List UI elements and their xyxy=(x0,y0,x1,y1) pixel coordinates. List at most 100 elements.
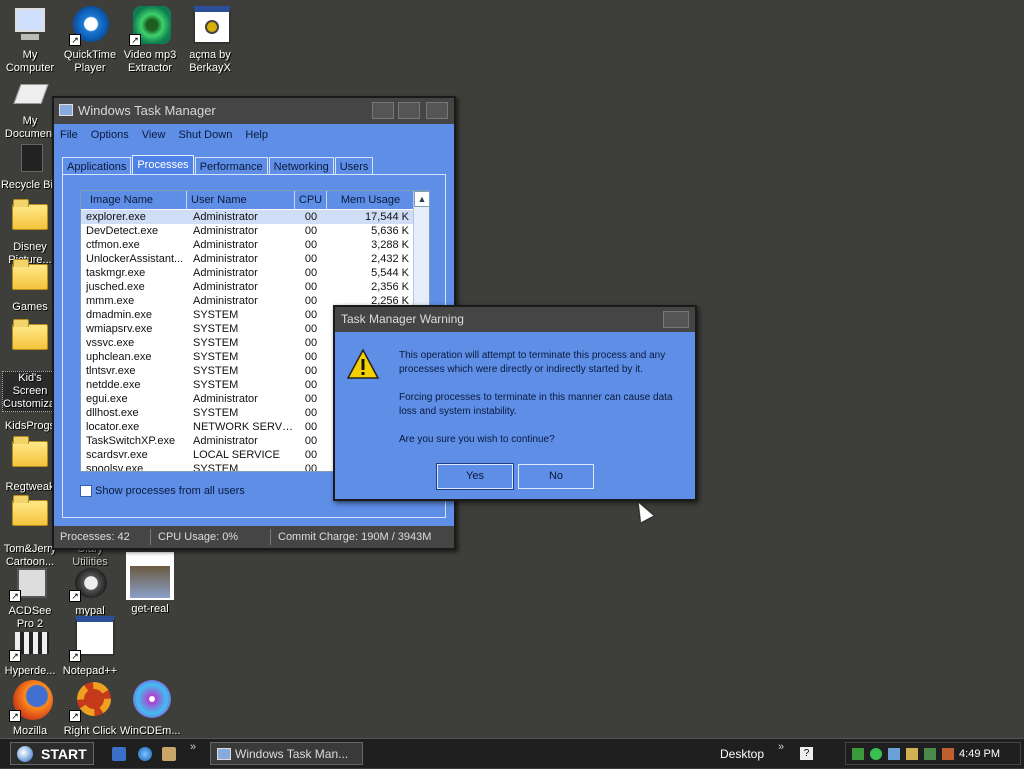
desktop-icon-quicktime[interactable]: ↗ QuickTime Player xyxy=(60,4,120,75)
folder-icon xyxy=(9,495,51,544)
column-cpu[interactable]: CPU xyxy=(295,191,327,209)
desktop-icon-mypal[interactable]: ↗ mypal xyxy=(60,566,120,618)
desktop-icon-games[interactable]: Games xyxy=(0,259,60,314)
minimize-button[interactable] xyxy=(372,102,394,119)
task-manager-app-icon xyxy=(59,104,73,116)
recycle-bin-icon xyxy=(9,142,51,176)
firefox-icon: ↗ xyxy=(9,680,53,722)
process-cpu: 00 xyxy=(304,393,318,405)
process-image-name: scardsvr.exe xyxy=(86,449,148,461)
process-user-name: Administrator xyxy=(193,295,258,307)
desktop-icon-kidsprogs[interactable]: KidsProgs xyxy=(0,420,60,484)
desktop-icon-hyperdesk[interactable]: ↗ Hyperde... xyxy=(0,628,60,678)
tab-performance[interactable]: Performance xyxy=(194,157,268,175)
desktop-icon-get-real[interactable]: get-real xyxy=(120,552,180,616)
desktop-icon-recycle-bin[interactable]: Recycle Bin xyxy=(0,142,60,192)
tab-users[interactable]: Users xyxy=(334,157,374,175)
process-row[interactable]: DevDetect.exe Administrator 00 5,636 K xyxy=(81,224,415,238)
process-user-name: SYSTEM xyxy=(193,351,239,363)
close-button[interactable] xyxy=(426,102,448,119)
desktop-icon-label: Mozilla xyxy=(12,725,48,737)
desktop-icon-mozilla[interactable]: ↗ Mozilla xyxy=(0,680,60,738)
show-all-processes-label: Show processes from all users xyxy=(95,485,245,497)
desktop-icon-my-documents[interactable]: My Document xyxy=(0,82,60,141)
quick-launch-overflow-icon[interactable]: » xyxy=(190,741,196,753)
desktop-icon-my-computer[interactable]: My Computer xyxy=(0,4,60,75)
start-button[interactable]: START xyxy=(10,742,94,765)
desktop-icon-label: get-real xyxy=(131,603,169,615)
tray-app-icon[interactable] xyxy=(924,748,936,760)
tray-app-icon[interactable] xyxy=(906,748,918,760)
show-all-processes-checkbox[interactable]: Show processes from all users xyxy=(80,485,245,497)
desktop-toolbar-overflow-icon[interactable]: » xyxy=(778,741,784,753)
desktop-icon-label: Regtweak xyxy=(5,481,55,493)
process-cpu: 00 xyxy=(304,365,318,377)
desktop-icon-regtweak[interactable]: Regtweak xyxy=(0,481,60,547)
task-manager-titlebar[interactable]: Windows Task Manager xyxy=(54,98,454,124)
internet-explorer-icon[interactable] xyxy=(138,747,152,761)
quick-launch-icon[interactable] xyxy=(162,747,176,761)
tab-applications[interactable]: Applications xyxy=(62,157,132,175)
menu-file[interactable]: File xyxy=(60,129,78,141)
process-row[interactable]: explorer.exe Administrator 00 17,544 K xyxy=(81,210,415,224)
desktop-icon-label: QuickTime Player xyxy=(63,49,117,74)
tab-strip: Applications Processes Performance Networki… xyxy=(62,155,374,175)
desktop-icon-label: WinCDEm... xyxy=(120,725,181,737)
process-row[interactable]: UnlockerAssistant... Administrator 00 2,432… xyxy=(81,252,415,266)
no-button[interactable]: No xyxy=(518,464,594,489)
tab-networking[interactable]: Networking xyxy=(268,157,334,175)
task-manager-warning-dialog[interactable]: Task Manager Warning This operation will… xyxy=(333,305,697,501)
desktop-toolbar-label[interactable]: Desktop xyxy=(720,739,764,769)
column-image-name[interactable]: Image Name xyxy=(81,191,187,209)
process-cpu: 00 xyxy=(304,323,318,335)
scroll-up-arrow-icon[interactable]: ▲ xyxy=(414,191,429,207)
process-user-name: SYSTEM xyxy=(193,337,239,349)
menu-view[interactable]: View xyxy=(142,129,166,141)
help-icon[interactable]: ? xyxy=(800,747,813,760)
show-desktop-icon[interactable] xyxy=(112,747,126,761)
tray-app-icon[interactable] xyxy=(870,748,882,760)
dialog-close-button[interactable] xyxy=(663,311,689,328)
tray-app-icon[interactable] xyxy=(852,748,864,760)
maximize-button[interactable] xyxy=(398,102,420,119)
checkbox-box[interactable] xyxy=(80,485,92,497)
yes-button[interactable]: Yes xyxy=(436,463,514,490)
taskbar-clock[interactable]: 4:49 PM xyxy=(959,743,1000,766)
desktop-icon-wincdemu[interactable]: WinCDEm... xyxy=(120,680,181,738)
process-cpu: 00 xyxy=(304,379,318,391)
windows-logo-icon xyxy=(17,746,33,762)
process-image-name: netdde.exe xyxy=(86,379,141,391)
column-mem-usage[interactable]: Mem Usage xyxy=(327,191,415,209)
desktop-icon-notepad-plus[interactable]: ↗ Notepad++ xyxy=(60,614,120,678)
speaker-icon[interactable] xyxy=(942,748,954,760)
desktop-icon-right-click[interactable]: ↗ Right Click xyxy=(60,680,120,738)
desktop-icon-acdsee[interactable]: ↗ ACDSee Pro 2 xyxy=(0,566,60,631)
process-image-name: spoolsv.exe xyxy=(86,463,144,472)
dialog-titlebar[interactable]: Task Manager Warning xyxy=(335,307,695,332)
menu-help[interactable]: Help xyxy=(245,129,268,141)
desktop-icon-video-mp3-extractor[interactable]: ↗ Video mp3 Extractor xyxy=(120,4,180,75)
menu-shut-down[interactable]: Shut Down xyxy=(179,129,233,141)
desktop-icon-disney-pictures[interactable]: Disney Picture... xyxy=(0,199,60,267)
desktop-icon-label: My Computer xyxy=(5,49,55,74)
desktop-icon-label: Hyperde... xyxy=(4,665,56,677)
process-cpu: 00 xyxy=(304,295,318,307)
column-user-name[interactable]: User Name xyxy=(187,191,295,209)
process-user-name: SYSTEM xyxy=(193,463,239,472)
menu-options[interactable]: Options xyxy=(91,129,129,141)
image-icon xyxy=(126,552,174,600)
process-image-name: TaskSwitchXP.exe xyxy=(86,435,176,447)
process-row[interactable]: jusched.exe Administrator 00 2,356 K xyxy=(81,280,415,294)
process-row[interactable]: ctfmon.exe Administrator 00 3,288 K xyxy=(81,238,415,252)
tray-app-icon[interactable] xyxy=(888,748,900,760)
desktop-icon-label: Games xyxy=(12,301,48,313)
documents-icon xyxy=(9,82,51,112)
process-row[interactable]: taskmgr.exe Administrator 00 5,544 K xyxy=(81,266,415,280)
taskbar-button-task-manager[interactable]: Windows Task Man... xyxy=(210,742,363,765)
status-processes: Processes: 42 xyxy=(60,531,130,543)
desktop-icon-acma[interactable]: açma by BerkayX xyxy=(180,4,240,75)
process-mem-usage: 2,356 K xyxy=(371,281,409,293)
tab-processes[interactable]: Processes xyxy=(132,155,194,175)
process-user-name: Administrator xyxy=(193,281,258,293)
desktop-icon-kids-screen[interactable]: Kid's Screen Customizaon xyxy=(0,314,67,412)
